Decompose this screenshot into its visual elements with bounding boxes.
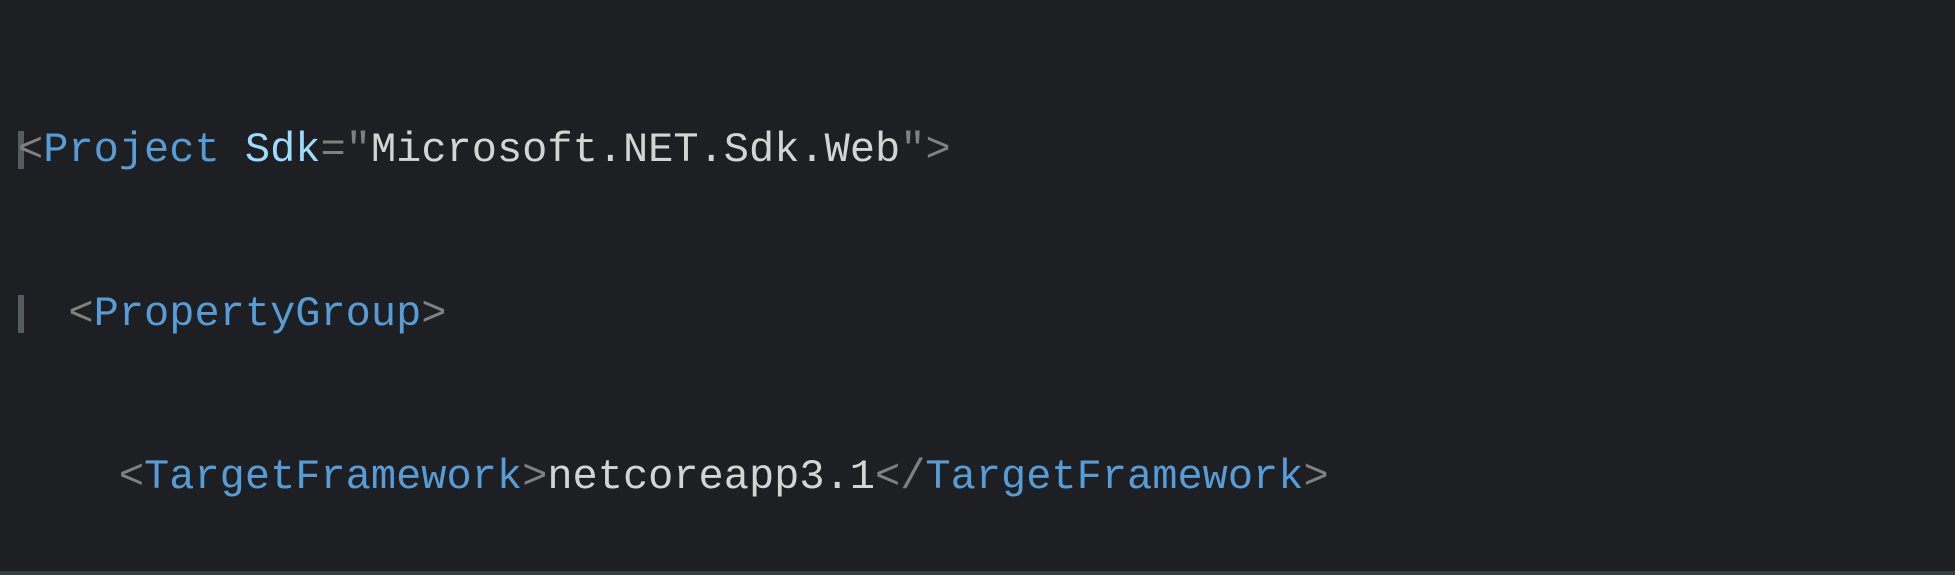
editor-border [0,571,1955,575]
xml-text: netcoreapp3.1 [547,453,875,501]
code-line[interactable]: <TargetFramework>netcoreapp3.1</TargetFr… [0,437,1955,519]
xml-tag-name: TargetFramework [144,453,522,501]
xml-tag-name: TargetFramework [925,453,1303,501]
code-line[interactable]: <Project Sdk="Microsoft.NET.Sdk.Web"> [0,110,1955,192]
equals-sign: = [321,126,346,174]
xml-tag-name: Project [43,126,219,174]
xml-attr-name: Sdk [245,126,321,174]
code-line[interactable]: <PropertyGroup> [0,274,1955,356]
quote: " [900,126,925,174]
quote: " [346,126,371,174]
indent [18,453,119,501]
xml-attr-value: Microsoft.NET.Sdk.Web [371,126,900,174]
angle-bracket: < [68,290,93,338]
xml-tag-name: PropertyGroup [94,290,422,338]
code-editor[interactable]: <Project Sdk="Microsoft.NET.Sdk.Web"> <P… [0,0,1955,575]
angle-bracket: < [119,453,144,501]
angle-bracket: > [925,126,950,174]
angle-bracket: </ [875,453,925,501]
angle-bracket: > [522,453,547,501]
space [220,126,245,174]
angle-bracket: > [421,290,446,338]
angle-bracket: > [1303,453,1328,501]
indent [18,290,68,338]
angle-bracket: < [18,126,43,174]
